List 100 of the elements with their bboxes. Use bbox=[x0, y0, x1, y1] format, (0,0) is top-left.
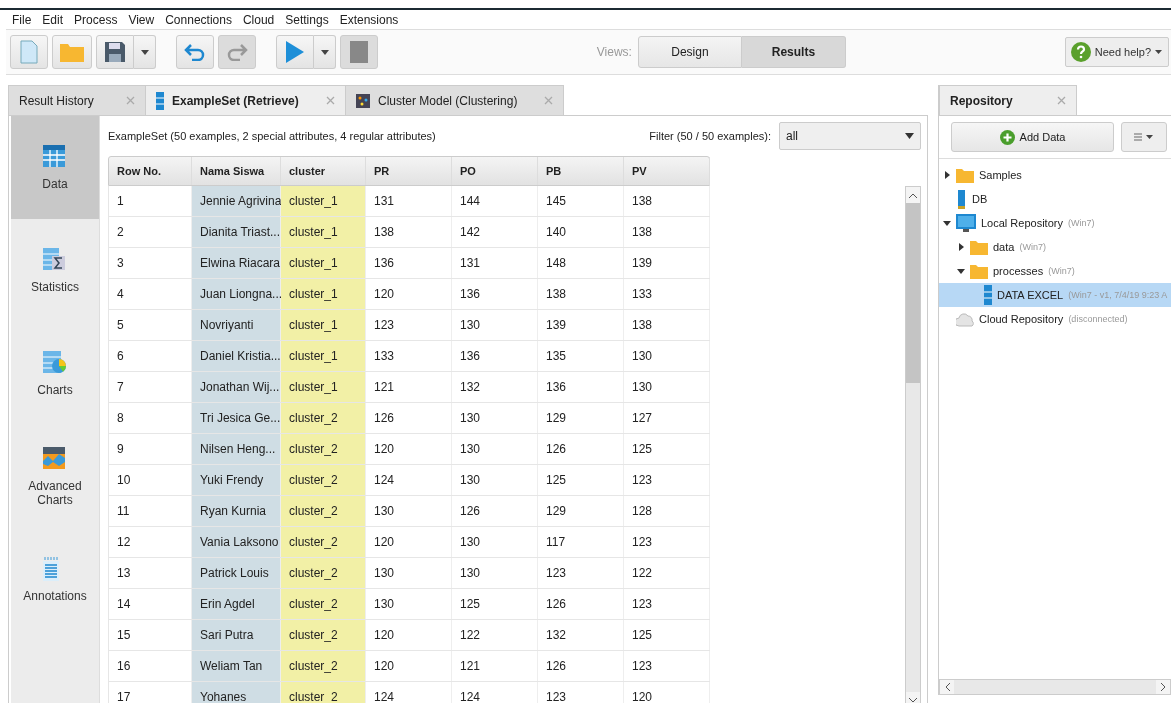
table-cell: 120 bbox=[366, 279, 452, 309]
table-cell: 131 bbox=[452, 248, 538, 278]
table-cell: Vania Laksono bbox=[192, 527, 281, 557]
menu-item[interactable]: Settings bbox=[285, 12, 329, 27]
repository-item[interactable]: DB bbox=[939, 187, 1171, 211]
cluster-model-icon bbox=[356, 93, 370, 108]
view-mode-button[interactable]: Statistics bbox=[11, 219, 99, 322]
table-cell: 126 bbox=[538, 589, 624, 619]
column-header[interactable]: cluster bbox=[281, 157, 366, 185]
table-grid-icon bbox=[43, 144, 67, 169]
table-cell: 127 bbox=[624, 403, 710, 433]
table-cell: 123 bbox=[624, 589, 710, 619]
repository-item[interactable]: Local Repository (Win7) bbox=[939, 211, 1171, 235]
menu-item[interactable]: Connections bbox=[165, 12, 232, 27]
view-toggle-button[interactable]: Results bbox=[741, 36, 846, 68]
table-cell: 121 bbox=[366, 372, 452, 402]
table-cell: 132 bbox=[538, 620, 624, 650]
need-help-button[interactable]: Need help? bbox=[1064, 37, 1169, 67]
table-cell: 136 bbox=[452, 341, 538, 371]
table-cell: 125 bbox=[624, 434, 710, 464]
run-options-button[interactable] bbox=[314, 35, 336, 69]
column-header[interactable]: PV bbox=[624, 157, 710, 185]
table-cell: 130 bbox=[366, 589, 452, 619]
table-cell: cluster_1 bbox=[281, 217, 366, 247]
undo-button[interactable] bbox=[176, 35, 214, 69]
menu-item[interactable]: Cloud bbox=[242, 12, 275, 27]
table-cell: 130 bbox=[452, 558, 538, 588]
expand-arrow-icon[interactable] bbox=[944, 171, 950, 179]
collapse-arrow-icon[interactable] bbox=[943, 220, 951, 226]
repository-item[interactable]: processes (Win7) bbox=[939, 259, 1171, 283]
result-tab[interactable]: Cluster Model (Clustering) bbox=[345, 85, 564, 115]
horizontal-scrollbar[interactable] bbox=[939, 679, 1171, 695]
menu-item[interactable]: Process bbox=[74, 12, 118, 27]
table-cell: 125 bbox=[452, 589, 538, 619]
play-icon bbox=[285, 40, 305, 64]
result-tab[interactable]: ExampleSet (Retrieve) bbox=[145, 85, 346, 115]
folder-icon bbox=[970, 263, 988, 279]
table-cell: Yuki Frendy bbox=[192, 465, 281, 495]
column-header[interactable]: Nama Siswa bbox=[192, 157, 281, 185]
view-mode-button[interactable]: Annotations bbox=[11, 528, 99, 631]
table-cell: 120 bbox=[366, 434, 452, 464]
close-icon[interactable] bbox=[1057, 96, 1066, 105]
view-toggle-button[interactable]: Design bbox=[637, 36, 742, 68]
expand-arrow-icon[interactable] bbox=[958, 243, 964, 251]
table-cell: cluster_1 bbox=[281, 372, 366, 402]
table-cell: 131 bbox=[366, 186, 452, 216]
table-cell: cluster_1 bbox=[281, 310, 366, 340]
server-icon bbox=[956, 189, 967, 209]
table-cell: 123 bbox=[624, 465, 710, 495]
table-cell: Erin Agdel bbox=[192, 589, 281, 619]
add-data-button[interactable]: Add Data bbox=[951, 122, 1114, 152]
repository-item[interactable]: Samples bbox=[939, 163, 1171, 187]
table-cell: cluster_1 bbox=[281, 248, 366, 278]
table-cell: 130 bbox=[624, 372, 710, 402]
menu-item[interactable]: View bbox=[128, 12, 155, 27]
table-cell: 123 bbox=[366, 310, 452, 340]
repository-item[interactable]: DATA EXCEL (Win7 - v1, 7/4/19 9:23 A bbox=[939, 283, 1171, 307]
table-cell: cluster_2 bbox=[281, 651, 366, 681]
save-options-button[interactable] bbox=[134, 35, 156, 69]
vertical-scrollbar[interactable] bbox=[905, 186, 921, 703]
scroll-up-chevron-icon[interactable] bbox=[909, 192, 917, 198]
repository-item[interactable]: Cloud Repository (disconnected) bbox=[939, 307, 1171, 331]
table-cell: 130 bbox=[366, 496, 452, 526]
scroll-left-chevron-icon[interactable] bbox=[944, 683, 950, 691]
menu-item[interactable]: Extensions bbox=[339, 12, 399, 27]
filter-dropdown[interactable]: all bbox=[779, 122, 921, 150]
repository-item[interactable]: data (Win7) bbox=[939, 235, 1171, 259]
table-cell: 138 bbox=[624, 310, 710, 340]
menu-button[interactable] bbox=[1121, 122, 1167, 152]
help-question-icon bbox=[1070, 42, 1091, 62]
table-cell: 138 bbox=[624, 217, 710, 247]
collapse-arrow-icon[interactable] bbox=[957, 268, 965, 274]
menu-item[interactable]: Edit bbox=[42, 12, 64, 27]
table-cell: 138 bbox=[366, 217, 452, 247]
view-mode-button[interactable]: Advanced Charts bbox=[11, 425, 99, 528]
table-cell: 148 bbox=[538, 248, 624, 278]
table-cell: 138 bbox=[624, 186, 710, 216]
save-button[interactable] bbox=[96, 35, 134, 69]
scroll-down-chevron-icon[interactable] bbox=[909, 697, 917, 703]
table-cell: 122 bbox=[452, 620, 538, 650]
result-tab[interactable]: Result History bbox=[8, 85, 146, 115]
table-cell: Sari Putra bbox=[192, 620, 281, 650]
table-cell: 132 bbox=[452, 372, 538, 402]
scroll-right-chevron-icon[interactable] bbox=[1160, 683, 1166, 691]
menu-item[interactable]: File bbox=[12, 12, 32, 27]
table-cell: 130 bbox=[452, 403, 538, 433]
view-mode-button[interactable]: Charts bbox=[11, 322, 99, 425]
column-header[interactable]: PB bbox=[538, 157, 624, 185]
document-icon bbox=[984, 285, 992, 305]
table-cell: 124 bbox=[366, 682, 452, 703]
table-cell: 130 bbox=[452, 310, 538, 340]
column-header[interactable]: PO bbox=[452, 157, 538, 185]
repository-tab[interactable]: Repository bbox=[939, 85, 1077, 115]
close-icon[interactable] bbox=[326, 96, 335, 105]
view-mode-button[interactable]: Data bbox=[11, 116, 99, 219]
redo-button[interactable] bbox=[218, 35, 256, 69]
column-header[interactable]: PR bbox=[366, 157, 452, 185]
run-button[interactable] bbox=[276, 35, 314, 69]
column-header[interactable]: Row No. bbox=[109, 157, 192, 185]
table-cell: Nilsen Heng... bbox=[192, 434, 281, 464]
